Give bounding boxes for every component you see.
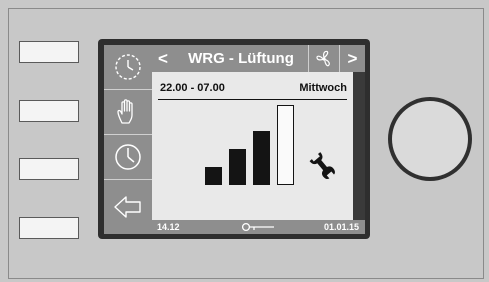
status-bar: 14.12 01.01.15: [152, 220, 365, 234]
hand-icon: [117, 99, 133, 124]
nav-item-auto-schedule[interactable]: [104, 45, 152, 90]
side-button-2[interactable]: [19, 100, 79, 122]
previous-page-button[interactable]: <: [156, 45, 170, 72]
nav-item-back[interactable]: [104, 180, 152, 234]
side-button-3[interactable]: [19, 158, 79, 180]
device-panel: < WRG - Lüftung > 22.00 - 07.00 Mittwoch: [0, 0, 489, 282]
level-bar-2: [229, 149, 246, 185]
rotary-knob[interactable]: [388, 97, 472, 181]
time-range: 22.00 - 07.00: [160, 82, 225, 94]
page-title: WRG - Lüftung: [188, 50, 294, 67]
display-screen: < WRG - Lüftung > 22.00 - 07.00 Mittwoch: [104, 45, 365, 234]
status-date-right: 01.01.15: [323, 222, 359, 232]
level-bar-1: [205, 167, 222, 185]
fan-icon: [316, 50, 330, 66]
side-button-4[interactable]: [19, 217, 79, 239]
status-date-left: 14.12: [157, 222, 180, 232]
wrench-icon[interactable]: [309, 150, 335, 180]
weekday: Mittwoch: [299, 82, 347, 94]
rotary-knob-face: [392, 101, 468, 177]
nav-item-manual[interactable]: [104, 90, 152, 135]
next-page-button[interactable]: >: [340, 45, 365, 72]
fan-button[interactable]: [309, 45, 339, 72]
level-bar-4: [277, 105, 294, 185]
clock-icon: [115, 144, 141, 170]
back-arrow-icon: [114, 196, 141, 218]
nav-column: [104, 45, 152, 234]
side-button-1[interactable]: [19, 41, 79, 63]
key-icon: [241, 222, 274, 232]
nav-item-timer[interactable]: [104, 135, 152, 180]
header-bar: < WRG - Lüftung >: [152, 45, 365, 72]
header-rule: [158, 99, 347, 100]
content-area: 22.00 - 07.00 Mittwoch: [152, 72, 353, 220]
clock-dashed-icon: [115, 54, 141, 80]
level-bar-3: [253, 131, 270, 185]
